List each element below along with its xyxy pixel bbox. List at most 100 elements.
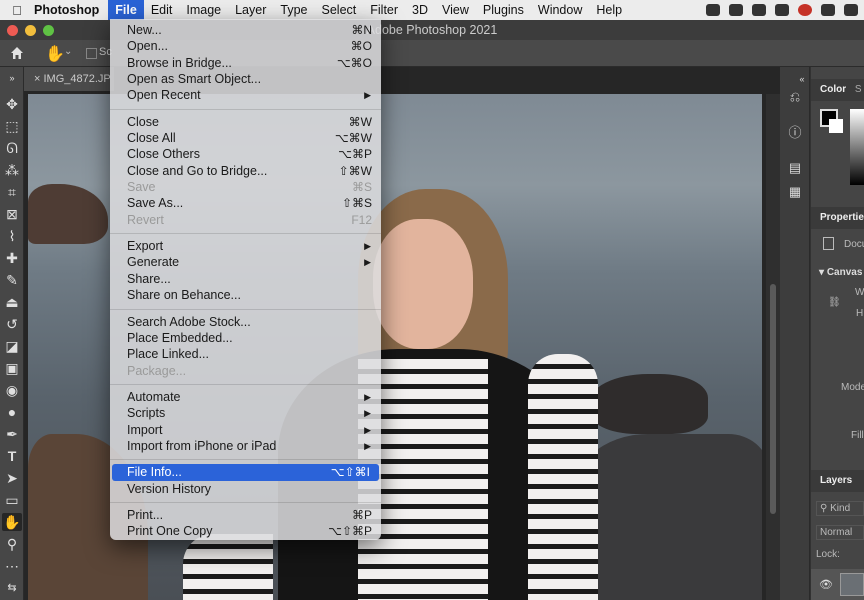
menu-item-search-adobe-stock[interactable]: Search Adobe Stock... — [110, 314, 381, 330]
menu-edit[interactable]: Edit — [144, 0, 180, 20]
swap-colors-icon[interactable]: ⇆ — [2, 579, 22, 597]
menu-item-generate[interactable]: Generate ▶ — [110, 254, 381, 270]
menu-item-share[interactable]: Share... — [110, 271, 381, 287]
menu-item-new[interactable]: New... ⌘N — [110, 22, 381, 38]
document-tab[interactable]: × IMG_4872.JP — [24, 67, 114, 91]
magic-wand-tool-icon[interactable]: ⁂ — [2, 161, 22, 179]
history-brush-tool-icon[interactable]: ↺ — [2, 315, 22, 333]
menu-item-print[interactable]: Print... ⌘P — [110, 507, 381, 523]
menu-item-open-recent[interactable]: Open Recent ▶ — [110, 87, 381, 103]
clone-stamp-tool-icon[interactable]: ⏏ — [2, 293, 22, 311]
history-panel-icon[interactable]: ⎌ — [787, 89, 803, 105]
move-tool-icon[interactable]: ✥ — [2, 95, 22, 113]
link-icon[interactable]: ⛓ — [828, 297, 841, 308]
hand-tool-selected-icon[interactable]: ✋ — [2, 513, 22, 531]
marquee-tool-icon[interactable]: ⬚ — [2, 117, 22, 135]
layer-row[interactable]: 👁 — [811, 569, 864, 600]
wifi-icon[interactable] — [844, 4, 858, 16]
zoom-tool-icon[interactable]: ⚲ — [2, 535, 22, 553]
menu-image[interactable]: Image — [179, 0, 228, 20]
menu-item-scripts[interactable]: Scripts ▶ — [110, 405, 381, 421]
ninja-icon[interactable] — [752, 4, 766, 16]
more-tools-icon[interactable]: ⋯ — [2, 557, 22, 575]
menu-item-export[interactable]: Export ▶ — [110, 238, 381, 254]
creative-cloud-icon[interactable] — [729, 4, 743, 16]
menu-item-version-history[interactable]: Version History — [110, 481, 381, 497]
healing-brush-tool-icon[interactable]: ✚ — [2, 249, 22, 267]
menu-item-label: Open as Smart Object... — [127, 72, 262, 87]
menu-item-close[interactable]: Close ⌘W — [110, 114, 381, 130]
home-icon[interactable] — [9, 45, 25, 61]
close-window-icon[interactable] — [7, 25, 18, 36]
collapse-tools-icon[interactable]: » — [2, 73, 22, 83]
menu-layer[interactable]: Layer — [228, 0, 273, 20]
menu-item-browse-in-bridge[interactable]: Browse in Bridge... ⌥⌘O — [110, 55, 381, 71]
menu-item-close-others[interactable]: Close Others ⌥⌘P — [110, 146, 381, 162]
menu-window[interactable]: Window — [531, 0, 589, 20]
hand-tool-icon[interactable]: ✋ — [45, 44, 65, 64]
menu-item-save-as[interactable]: Save As... ⇧⌘S — [110, 195, 381, 211]
scroll-all-checkbox[interactable] — [86, 48, 97, 59]
menu-type[interactable]: Type — [273, 0, 314, 20]
eyedropper-tool-icon[interactable]: ⌇ — [2, 227, 22, 245]
layer-kind-filter[interactable]: ⚲ Kind — [816, 501, 864, 516]
collapse-panels-icon[interactable]: « — [797, 71, 807, 87]
color-panel-tab[interactable]: Color S — [811, 79, 864, 101]
menu-filter[interactable]: Filter — [363, 0, 405, 20]
menu-item-close-and-go-to-bridge[interactable]: Close and Go to Bridge... ⇧⌘W — [110, 163, 381, 179]
menu-item-open-as-smart-object[interactable]: Open as Smart Object... — [110, 71, 381, 87]
scrollbar-thumb[interactable] — [770, 284, 776, 514]
dodge-tool-icon[interactable]: ● — [2, 403, 22, 421]
vertical-scrollbar[interactable] — [766, 94, 780, 600]
lasso-tool-icon[interactable]: ᘏ — [2, 139, 22, 157]
swatches-tab-label[interactable]: S — [855, 84, 862, 95]
eraser-tool-icon[interactable]: ◪ — [2, 337, 22, 355]
close-x-icon[interactable] — [798, 4, 812, 16]
zoom-window-icon[interactable] — [43, 25, 54, 36]
menu-item-automate[interactable]: Automate ▶ — [110, 389, 381, 405]
gradient-tool-icon[interactable]: ▣ — [2, 359, 22, 377]
menu-item-open[interactable]: Open... ⌘O — [110, 38, 381, 54]
libraries-panel-icon[interactable]: ▤ — [787, 160, 803, 176]
minimize-window-icon[interactable] — [25, 25, 36, 36]
menu-help[interactable]: Help — [589, 0, 629, 20]
rectangle-tool-icon[interactable]: ▭ — [2, 491, 22, 509]
menu-select[interactable]: Select — [315, 0, 364, 20]
camera-icon[interactable] — [706, 4, 720, 16]
pen-tool-icon[interactable]: ✒ — [2, 425, 22, 443]
menu-item-place-linked[interactable]: Place Linked... — [110, 346, 381, 362]
layers-panel-tab[interactable]: Layers — [811, 470, 864, 492]
chevron-down-icon[interactable]: ⌄ — [64, 46, 72, 57]
menu-plugins[interactable]: Plugins — [476, 0, 531, 20]
app-menu[interactable]: Photoshop — [34, 3, 99, 17]
apple-menu-icon[interactable]:  — [6, 3, 28, 18]
info-panel-icon[interactable]: ⓘ — [787, 125, 803, 141]
menu-item-print-one-copy[interactable]: Print One Copy ⌥⇧⌘P — [110, 523, 381, 539]
color-picker-field[interactable] — [850, 109, 864, 185]
background-color-swatch[interactable] — [829, 119, 843, 133]
brush-tool-icon[interactable]: ✎ — [2, 271, 22, 289]
menu-3d[interactable]: 3D — [405, 0, 435, 20]
bluetooth-icon[interactable] — [821, 4, 835, 16]
path-selection-tool-icon[interactable]: ➤ — [2, 469, 22, 487]
menu-item-close-all[interactable]: Close All ⌥⌘W — [110, 130, 381, 146]
menu-item-import-from-iphone-or-ipad[interactable]: Import from iPhone or iPad ▶ — [110, 438, 381, 454]
mode-label: Mode — [841, 382, 864, 393]
menu-item-file-info[interactable]: File Info... ⌥⇧⌘I — [112, 464, 379, 481]
properties-panel-tab[interactable]: Properties — [811, 207, 864, 229]
crop-tool-icon[interactable]: ⌗ — [2, 183, 22, 201]
close-tab-icon[interactable]: × — [34, 73, 40, 85]
menu-item-share-on-behance[interactable]: Share on Behance... — [110, 287, 381, 303]
menu-file[interactable]: File — [108, 0, 144, 20]
notes-panel-icon[interactable]: ▦ — [787, 184, 803, 200]
canvas-section-header[interactable]: ▾ Canvas — [819, 267, 862, 278]
eye-visibility-icon[interactable]: 👁 — [819, 578, 833, 591]
blur-tool-icon[interactable]: ◉ — [2, 381, 22, 399]
frame-tool-icon[interactable]: ⊠ — [2, 205, 22, 223]
menu-view[interactable]: View — [435, 0, 476, 20]
menu-item-import[interactable]: Import ▶ — [110, 422, 381, 438]
dropbox-icon[interactable] — [775, 4, 789, 16]
type-tool-icon[interactable]: T — [2, 447, 22, 465]
blend-mode-select[interactable]: Normal — [816, 525, 864, 540]
menu-item-place-embedded[interactable]: Place Embedded... — [110, 330, 381, 346]
